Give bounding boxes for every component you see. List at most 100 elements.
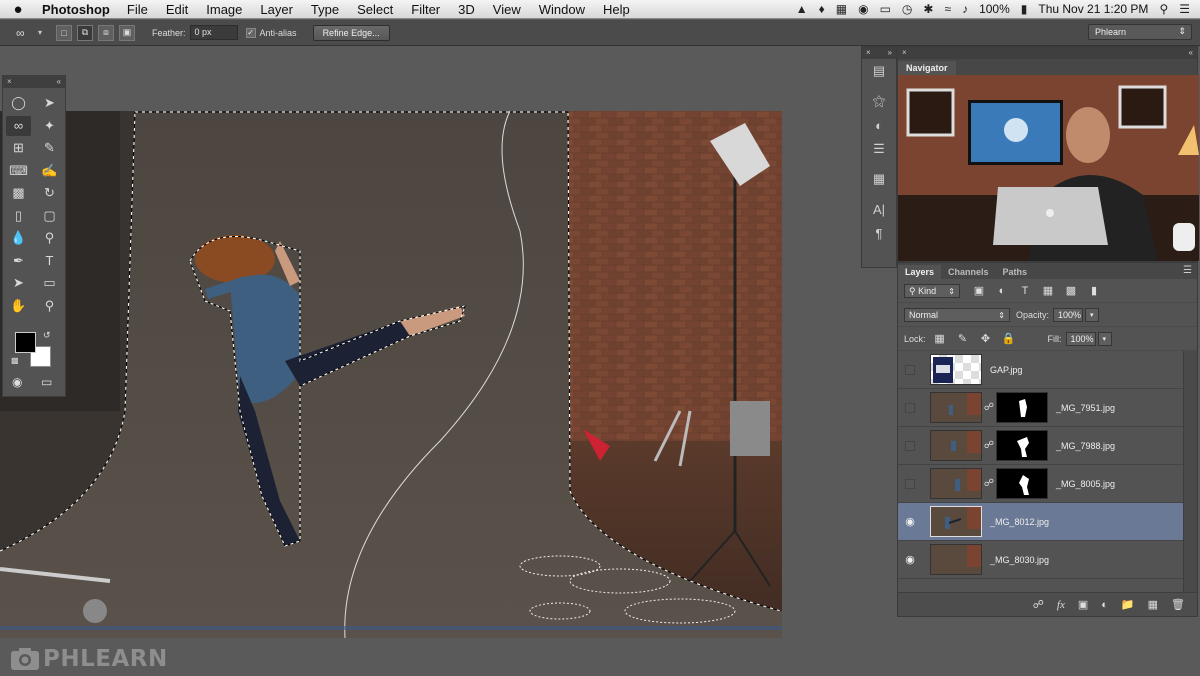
wifi-icon[interactable]: ≈ (944, 2, 951, 16)
layer-name[interactable]: _MG_8030.jpg (990, 555, 1049, 565)
layer-name[interactable]: GAP.jpg (990, 365, 1022, 375)
document-canvas[interactable] (0, 111, 782, 638)
opacity-input[interactable]: 100% (1053, 307, 1084, 322)
preset-dropdown-arrow-icon[interactable]: ▾ (38, 28, 42, 37)
layer-name[interactable]: _MG_8005.jpg (1056, 479, 1115, 489)
expand-icon[interactable]: » (888, 47, 892, 59)
lock-transparent-icon[interactable]: ▦ (931, 331, 949, 347)
history-brush-tool-icon[interactable]: ↻ (34, 182, 65, 205)
marquee-tool-icon[interactable]: ◯ (3, 92, 34, 115)
brush-panel-icon[interactable]: ⚝ (862, 89, 896, 113)
layer-name[interactable]: _MG_7988.jpg (1056, 441, 1115, 451)
pixel-filter-icon[interactable]: ▣ (970, 283, 988, 299)
mask-link-icon[interactable]: ☍ (983, 440, 995, 451)
magic-wand-tool-icon[interactable]: ✦ (34, 115, 65, 138)
add-mask-icon[interactable]: ▣ (1078, 598, 1088, 611)
blur-tool-icon[interactable]: 💧 (3, 227, 34, 250)
volume-icon[interactable]: ♪ (962, 2, 968, 16)
fill-dropdown-icon[interactable]: ▾ (1097, 331, 1112, 346)
fill-input[interactable]: 100% (1065, 331, 1096, 346)
smart-object-filter-icon[interactable]: ▩ (1062, 283, 1080, 299)
quick-mask-icon[interactable]: ◉ (12, 375, 22, 389)
dodge-tool-icon[interactable]: ⚲ (34, 227, 65, 250)
layer-style-icon[interactable]: fx (1057, 599, 1065, 611)
delete-layer-icon[interactable]: 🗑 (1171, 598, 1185, 611)
time-machine-icon[interactable]: ◷ (902, 2, 912, 16)
clock[interactable]: Thu Nov 21 1:20 PM (1038, 2, 1148, 16)
lock-all-icon[interactable]: 🔒 (1000, 331, 1018, 347)
menu-view[interactable]: View (484, 2, 530, 17)
zoom-tool-icon[interactable]: ⚲ (34, 295, 65, 318)
swap-colors-icon[interactable]: ↺ (43, 330, 51, 341)
layer-name[interactable]: _MG_8012.jpg (990, 517, 1049, 527)
dock-header[interactable]: × » (862, 47, 896, 59)
type-filter-icon[interactable]: T (1016, 283, 1034, 299)
menu-edit[interactable]: Edit (157, 2, 197, 17)
tab-layers[interactable]: Layers (898, 265, 942, 279)
anti-alias-checkbox[interactable]: ✓ (245, 27, 256, 38)
opacity-dropdown-icon[interactable]: ▾ (1085, 307, 1100, 322)
healing-brush-tool-icon[interactable]: ⌨ (3, 160, 34, 183)
menu-filter[interactable]: Filter (402, 2, 449, 17)
collapse-icon[interactable]: « (57, 76, 61, 88)
drive-icon[interactable]: ▲ (796, 2, 808, 16)
eye-icon[interactable]: ◉ (898, 503, 922, 541)
eraser-tool-icon[interactable]: ▯ (3, 205, 34, 228)
bluetooth-icon[interactable]: ✱ (923, 2, 933, 16)
menu-layer[interactable]: Layer (251, 2, 302, 17)
menu-select[interactable]: Select (348, 2, 402, 17)
visibility-toggle[interactable] (898, 465, 922, 503)
messages-icon[interactable]: ◉ (858, 2, 868, 16)
panel-menu-icon[interactable]: ☰ (1183, 265, 1192, 276)
lock-position-icon[interactable]: ✥ (977, 331, 995, 347)
visibility-toggle[interactable] (898, 389, 922, 427)
shape-filter-icon[interactable]: ▦ (1039, 283, 1057, 299)
notification-center-icon[interactable]: ☰ (1179, 2, 1190, 16)
link-layers-icon[interactable]: ☍ (1033, 598, 1044, 611)
visibility-toggle[interactable] (898, 427, 922, 465)
layers-scrollbar[interactable] (1183, 351, 1197, 599)
layer-mask-thumbnail[interactable] (996, 468, 1048, 499)
history-panel-icon[interactable]: ▤ (862, 59, 896, 83)
menu-type[interactable]: Type (302, 2, 348, 17)
lasso-tool-icon[interactable]: ∞ (6, 115, 31, 136)
layer-mask-thumbnail[interactable] (996, 430, 1048, 461)
navigator-preview[interactable] (898, 75, 1199, 261)
collapse-icon[interactable]: « (1189, 47, 1193, 59)
paragraph-panel-icon[interactable]: ¶ (862, 221, 896, 245)
dropbox-icon[interactable]: ▦ (836, 2, 847, 16)
workspace-select[interactable]: Phlearn ⇕ (1088, 24, 1192, 40)
close-icon[interactable]: × (866, 47, 871, 59)
new-selection-button[interactable]: □ (56, 24, 73, 41)
app-name-menu[interactable]: Photoshop (36, 2, 118, 17)
close-icon[interactable]: × (902, 47, 907, 59)
visibility-toggle[interactable] (898, 351, 922, 389)
menu-3d[interactable]: 3D (449, 2, 484, 17)
layer-comps-panel-icon[interactable]: ▦ (862, 167, 896, 191)
brush-tool-icon[interactable]: ✍ (34, 160, 65, 183)
move-tool-icon[interactable]: ➤ (34, 92, 65, 115)
hand-tool-icon[interactable]: ✋ (3, 295, 34, 318)
pen-tool-icon[interactable]: ✒ (3, 250, 34, 273)
menu-file[interactable]: File (118, 2, 157, 17)
screen-mode-icon[interactable]: ▭ (41, 375, 52, 389)
layer-row[interactable]: ☍ _MG_8005.jpg (898, 465, 1184, 503)
new-layer-icon[interactable]: ▦ (1148, 598, 1158, 611)
menu-image[interactable]: Image (197, 2, 251, 17)
crop-tool-icon[interactable]: ⊞ (3, 137, 34, 160)
intersect-selection-button[interactable]: ▣ (119, 24, 136, 41)
gradient-tool-icon[interactable]: ▢ (34, 205, 65, 228)
new-adjustment-layer-icon[interactable]: ◐ (1101, 599, 1108, 611)
foreground-color-swatch[interactable] (15, 332, 36, 353)
tab-navigator[interactable]: Navigator (898, 61, 956, 75)
path-selection-tool-icon[interactable]: ➤ (3, 272, 34, 295)
mask-link-icon[interactable]: ☍ (983, 478, 995, 489)
eyedropper-tool-icon[interactable]: ✎ (34, 137, 65, 160)
blend-mode-select[interactable]: Normal ⇕ (904, 307, 1010, 322)
adjustments-panel-icon[interactable]: ◐ (862, 113, 896, 137)
default-colors-icon[interactable]: ▩ (11, 356, 19, 365)
layer-row[interactable]: ☍ _MG_7951.jpg (898, 389, 1184, 427)
layer-row[interactable]: ☍ _MG_7988.jpg (898, 427, 1184, 465)
airplay-icon[interactable]: ▭ (880, 2, 891, 16)
shape-tool-icon[interactable]: ▭ (34, 272, 65, 295)
